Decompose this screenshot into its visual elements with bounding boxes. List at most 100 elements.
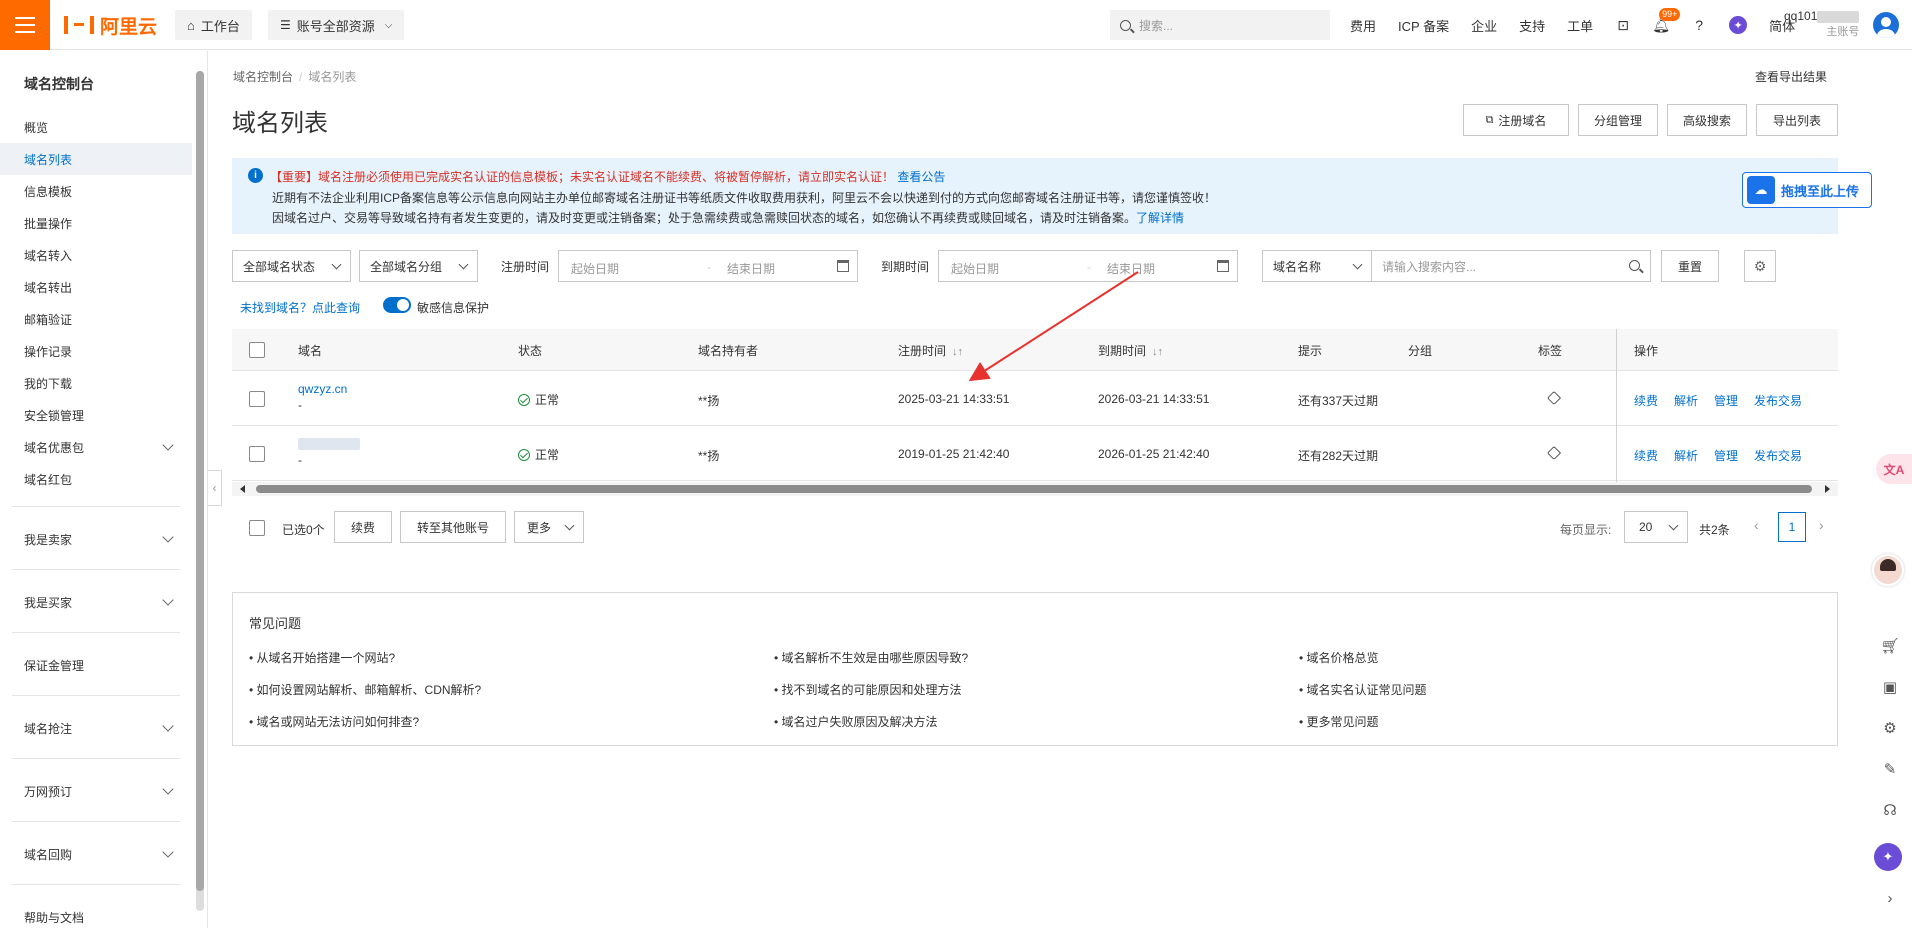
drag-upload-button[interactable]: ☁ 拖拽至此上传	[1742, 172, 1872, 208]
not-found-domain-link[interactable]: 未找到域名？点此查询	[240, 299, 360, 316]
more-dropdown[interactable]: 更多	[514, 511, 584, 543]
sidebar-item-email-verify[interactable]: 邮箱验证	[0, 303, 192, 335]
link-fees[interactable]: 费用	[1350, 16, 1376, 35]
bulk-select-checkbox[interactable]	[249, 520, 265, 536]
sidebar-group-buyback[interactable]: 域名回购	[0, 838, 192, 870]
table-horizontal-scrollbar[interactable]	[232, 482, 1838, 496]
publish-trade-action[interactable]: 发布交易	[1754, 392, 1802, 409]
domain-search-input[interactable]: 请输入搜索内容...	[1371, 250, 1651, 282]
link-ticket[interactable]: 工单	[1567, 16, 1593, 35]
reg-end-date[interactable]: 结束日期	[727, 260, 775, 277]
transfer-account-button[interactable]: 转至其他账号	[400, 511, 506, 543]
workbench-button[interactable]: ⌂ 工作台	[175, 10, 252, 40]
calculator-icon[interactable]: ▣	[1880, 677, 1900, 697]
domain-group-select[interactable]: 全部域名分组	[359, 250, 478, 282]
ai-assistant-icon[interactable]: ✦	[1874, 843, 1902, 871]
col-reg-time[interactable]: 注册时间 ↓↑	[898, 342, 963, 359]
domain-status-select[interactable]: 全部域名状态	[232, 250, 351, 282]
gear-icon[interactable]: ⚙	[1744, 250, 1776, 282]
sidebar-group-help[interactable]: 帮助与文档	[0, 901, 192, 928]
sidebar-group-buyer[interactable]: 我是买家	[0, 586, 192, 618]
aliyun-logo[interactable]: 阿里云	[64, 13, 157, 38]
link-support[interactable]: 支持	[1519, 16, 1545, 35]
sidebar-group-deposit[interactable]: 保证金管理	[0, 649, 192, 681]
view-announcement-link[interactable]: 查看公告	[897, 170, 945, 184]
privacy-toggle[interactable]	[383, 297, 411, 313]
search-field-select[interactable]: 域名名称	[1262, 250, 1372, 282]
global-search-input[interactable]: 搜索...	[1110, 10, 1330, 40]
exp-date-range[interactable]: 起始日期 - 结束日期	[938, 250, 1238, 282]
renew-action[interactable]: 续费	[1634, 447, 1658, 464]
resources-dropdown[interactable]: ☰ 账号全部资源 ⌵	[268, 10, 405, 40]
bell-icon[interactable]: 🔔︎ 99+	[1652, 8, 1681, 33]
prev-page-icon[interactable]: ‹	[1754, 517, 1759, 533]
sidebar-scrollbar[interactable]	[196, 71, 204, 911]
row-checkbox[interactable]	[249, 391, 265, 407]
sidebar-item-red-packets[interactable]: 域名红包	[0, 463, 192, 495]
bulk-renew-button[interactable]: 续费	[334, 511, 392, 543]
scroll-left-icon[interactable]	[240, 485, 245, 493]
scroll-right-icon[interactable]	[1825, 485, 1830, 493]
redacted-domain[interactable]	[298, 438, 360, 450]
exp-end-date[interactable]: 结束日期	[1107, 260, 1155, 277]
faq-link[interactable]: • 更多常见问题	[1299, 713, 1379, 730]
faq-link[interactable]: • 找不到域名的可能原因和处理方法	[774, 681, 962, 698]
scroll-thumb[interactable]	[256, 485, 1812, 493]
register-domain-button[interactable]: ⧉ 注册域名	[1463, 104, 1569, 136]
sidebar-item-templates[interactable]: 信息模板	[0, 175, 192, 207]
sidebar-item-overview[interactable]: 概览	[0, 111, 192, 143]
sort-icon[interactable]: ↓↑	[1152, 346, 1163, 358]
sidebar-item-packages[interactable]: 域名优惠包	[0, 431, 192, 463]
col-exp-time[interactable]: 到期时间 ↓↑	[1098, 342, 1163, 359]
assistant-avatar[interactable]	[1872, 554, 1904, 586]
faq-link[interactable]: • 从域名开始搭建一个网站?	[249, 649, 395, 666]
reset-button[interactable]: 重置	[1661, 250, 1719, 282]
exp-start-date[interactable]: 起始日期	[951, 260, 999, 277]
renew-action[interactable]: 续费	[1634, 392, 1658, 409]
faq-link[interactable]: • 域名解析不生效是由哪些原因导致?	[774, 649, 968, 666]
dns-action[interactable]: 解析	[1674, 447, 1698, 464]
sidebar-group-preorder[interactable]: 万网预订	[0, 775, 192, 807]
translate-icon[interactable]: 文A	[1876, 454, 1912, 484]
dns-action[interactable]: 解析	[1674, 392, 1698, 409]
avatar[interactable]	[1873, 12, 1899, 38]
faq-link[interactable]: • 域名或网站无法访问如何排查?	[249, 713, 419, 730]
manage-action[interactable]: 管理	[1714, 447, 1738, 464]
sort-icon[interactable]: ↓↑	[952, 346, 963, 358]
page-1-button[interactable]: 1	[1778, 512, 1806, 542]
sidebar-item-security-lock[interactable]: 安全锁管理	[0, 399, 192, 431]
collapse-sidebar-button[interactable]: ‹	[208, 470, 222, 506]
tag-icon[interactable]	[1546, 445, 1562, 461]
account-menu[interactable]: qq101 主账号	[1784, 8, 1860, 40]
page-size-select[interactable]: 20	[1624, 511, 1688, 543]
group-manage-button[interactable]: 分组管理	[1578, 104, 1658, 136]
select-all-checkbox[interactable]	[249, 342, 265, 358]
faq-link[interactable]: • 域名实名认证常见问题	[1299, 681, 1427, 698]
sidebar-item-logs[interactable]: 操作记录	[0, 335, 192, 367]
sidebar-item-domain-list[interactable]: 域名列表	[0, 143, 192, 175]
publish-trade-action[interactable]: 发布交易	[1754, 447, 1802, 464]
edit-icon[interactable]: ✎	[1880, 759, 1900, 779]
faq-link[interactable]: • 域名价格总览	[1299, 649, 1379, 666]
domain-link[interactable]: qwzyz.cn	[298, 382, 347, 396]
chevron-right-icon[interactable]: ›	[1880, 888, 1900, 908]
sidebar-item-downloads[interactable]: 我的下载	[0, 367, 192, 399]
advanced-search-button[interactable]: 高级搜索	[1667, 104, 1747, 136]
sidebar-item-transfer-out[interactable]: 域名转出	[0, 271, 192, 303]
settings-icon[interactable]: ⚙	[1880, 718, 1900, 738]
export-list-button[interactable]: 导出列表	[1756, 104, 1838, 136]
faq-link[interactable]: • 域名过户失败原因及解决方法	[774, 713, 938, 730]
export-results-link[interactable]: 查看导出结果	[1755, 68, 1827, 85]
sidebar-group-backorder[interactable]: 域名抢注	[0, 712, 192, 744]
row-checkbox[interactable]	[249, 446, 265, 462]
link-enterprise[interactable]: 企业	[1471, 16, 1497, 35]
breadcrumb-console[interactable]: 域名控制台	[233, 70, 293, 84]
next-page-icon[interactable]: ›	[1819, 517, 1824, 533]
faq-link[interactable]: • 如何设置网站解析、邮箱解析、CDN解析?	[249, 681, 481, 698]
terminal-icon[interactable]: ⊡	[1615, 17, 1631, 33]
sidebar-item-transfer-in[interactable]: 域名转入	[0, 239, 192, 271]
link-icp[interactable]: ICP 备案	[1398, 16, 1449, 35]
ai-assistant-icon[interactable]: ✦	[1729, 16, 1748, 34]
sidebar-item-batch[interactable]: 批量操作	[0, 207, 192, 239]
manage-action[interactable]: 管理	[1714, 392, 1738, 409]
